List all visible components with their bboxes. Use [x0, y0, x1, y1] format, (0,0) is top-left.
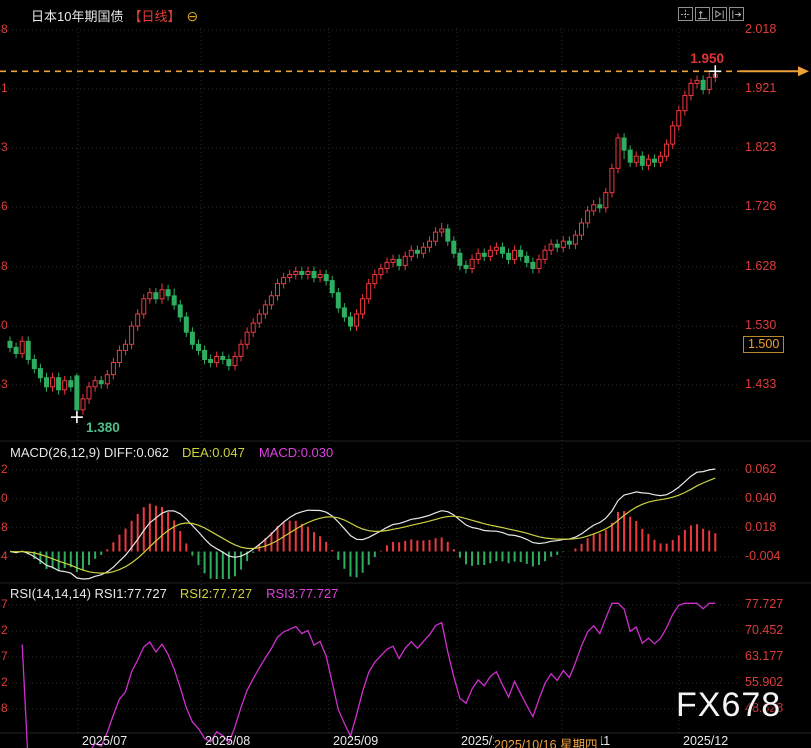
rsi-axis-left-digit: 2 [1, 675, 8, 689]
macd-macd-value: MACD:0.030 [259, 445, 333, 460]
time-axis-label: 2025/09 [333, 734, 378, 748]
rsi2-value: RSI2:77.727 [180, 586, 252, 601]
period-tag: 【日线】 [128, 9, 180, 24]
chart-header: 日本10年期国债【日线】 ⊖ [31, 6, 198, 25]
price-axis-label: 1.433 [745, 377, 776, 391]
rsi-axis-left-digit: 2 [1, 623, 8, 637]
extreme-markers [71, 65, 721, 423]
candlesticks [8, 71, 717, 417]
macd-axis-left-digit: 8 [1, 520, 8, 534]
macd-axis-label: 0.040 [745, 491, 776, 505]
price-axis-label: 1.823 [745, 140, 776, 154]
price-axis-left-digit: 3 [1, 377, 8, 391]
price-axis-left-digit: 8 [1, 22, 8, 36]
macd-axis-left-digit: 0 [1, 491, 8, 505]
gridlines [0, 28, 811, 733]
rsi-header: RSI(14,14,14) RSI1:77.727 RSI2:77.727 RSI3… [10, 586, 338, 601]
price-axis-left-digit: 6 [1, 199, 8, 213]
rsi-axis-left-digit: 8 [1, 701, 8, 715]
price-axis-left-digit: 8 [1, 259, 8, 273]
price-axis-label: 1.921 [745, 81, 776, 95]
time-axis-label: 2025/12 [683, 734, 728, 748]
collapse-indicator-icon[interactable]: ⊖ [186, 8, 198, 24]
rsi-axis-label: 70.452 [745, 623, 783, 637]
macd-axis-label: 0.062 [745, 462, 776, 476]
rsi-axis-left-digit: 7 [1, 597, 8, 611]
macd-header: MACD(26,12,9) DIFF:0.062 DEA:0.047 MACD:0.… [10, 445, 333, 460]
price-axis-label: 1.530 [745, 318, 776, 332]
rsi-axis-label: 63.177 [745, 649, 783, 663]
macd-diff-value: MACD(26,12,9) DIFF:0.062 [10, 445, 169, 460]
macd-axis-left-digit: 4 [1, 549, 8, 563]
chart-window: 日本10年期国债【日线】 ⊖ 2.018 8 1.921 1 1.823 3 1.726 6 1.… [0, 0, 811, 748]
chart-canvas [0, 0, 811, 748]
chart-toolbar [678, 7, 744, 21]
instrument-title: 日本10年期国债 [31, 9, 123, 24]
rsi-axis-left-digit: 7 [1, 649, 8, 663]
price-axis-label: 1.726 [745, 199, 776, 213]
price-axis-label: 2.018 [745, 22, 776, 36]
rsi3-value: RSI3:77.727 [266, 586, 338, 601]
rsi-axis-label: 77.727 [745, 597, 783, 611]
time-axis-label: 2025/07 [82, 734, 127, 748]
price-axis-label: 1.628 [745, 259, 776, 273]
rsi1-value: RSI(14,14,14) RSI1:77.727 [10, 586, 167, 601]
macd-axis-left-digit: 2 [1, 462, 8, 476]
rsi-line [22, 603, 715, 748]
pan-right-icon[interactable] [729, 7, 744, 21]
price-axis-left-digit: 0 [1, 318, 8, 332]
price-axis-left-digit: 1 [1, 81, 8, 95]
macd-axis-label: 0.018 [745, 520, 776, 534]
last-price-label: 1.950 [680, 51, 724, 66]
macd-dea-value: DEA:0.047 [182, 445, 245, 460]
crosshair-icon[interactable] [678, 7, 693, 21]
alert-price-tag: 1.500 [743, 336, 784, 353]
macd-axis-label: -0.004 [745, 549, 780, 563]
last-price-line [0, 66, 809, 76]
playback-icon[interactable] [712, 7, 727, 21]
axis-scale-icon[interactable] [695, 7, 710, 21]
period-low-label: 1.380 [86, 420, 120, 435]
macd-plot [10, 469, 715, 579]
time-axis-label: 2025/08 [205, 734, 250, 748]
price-axis-left-digit: 3 [1, 140, 8, 154]
watermark: FX678 [676, 686, 781, 725]
crosshair-date-label: 2025/10/16 星期四 [494, 734, 601, 748]
